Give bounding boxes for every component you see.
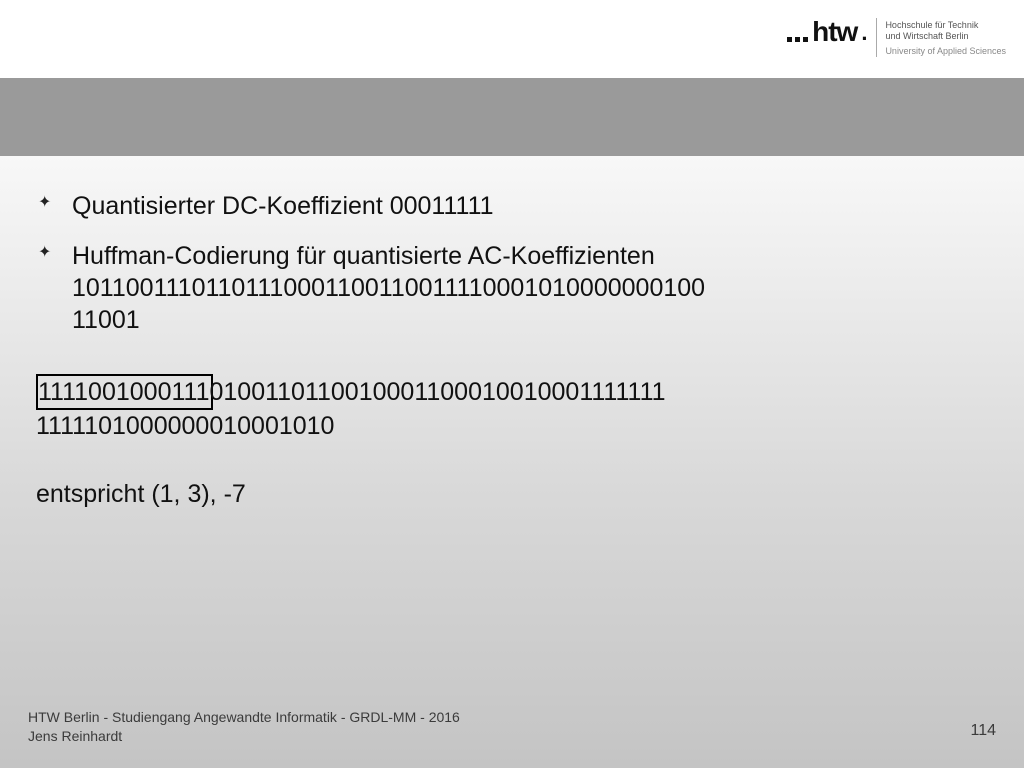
bullet-huffman-line1: Huffman-Codierung für quantisierte AC-Ko… [72,242,655,270]
header-area: htw . Hochschule für Technik und Wirtsch… [0,0,1024,160]
bitstream-line2: 1111101000000010001010 [36,412,334,440]
logo-mark: htw . [787,18,866,46]
footer-line1: HTW Berlin - Studiengang Angewandte Info… [28,708,460,727]
footer: HTW Berlin - Studiengang Angewandte Info… [28,708,996,746]
bitstream-boxed: 1111001000111 [36,374,213,410]
bitstream-rest1: 0100110110010001100010010001111111 [209,378,665,406]
footer-left: HTW Berlin - Studiengang Angewandte Info… [28,708,460,746]
bullet-huffman-line3: 11001 [72,306,140,334]
logo-sub-line1: Hochschule für Technik [885,20,1006,31]
corresponds-text: entspricht (1, 3), -7 [36,480,988,509]
logo-sub-line2: und Wirtschaft Berlin [885,31,1006,42]
logo: htw . Hochschule für Technik und Wirtsch… [787,18,1006,64]
slide: htw . Hochschule für Technik und Wirtsch… [0,0,1024,768]
logo-subtitle: Hochschule für Technik und Wirtschaft Be… [876,18,1006,57]
title-band [0,78,1024,156]
page-number: 114 [970,722,996,746]
footer-line2: Jens Reinhardt [28,727,460,746]
content-area: Quantisierter DC-Koeffizient 00011111 Hu… [36,190,988,509]
logo-dot-sep: . [859,22,866,46]
logo-text: htw [812,18,857,46]
logo-sub-line3: University of Applied Sciences [885,46,1006,57]
bullet-huffman-line2: 1011001110110111000110011001111000101000… [72,274,705,302]
bullet-item-dc: Quantisierter DC-Koeffizient 00011111 [72,190,988,222]
bitstream-block: 1111001000111010011011001000110001001000… [36,374,988,442]
bullet-item-huffman: Huffman-Codierung für quantisierte AC-Ko… [72,240,988,336]
bullet-list: Quantisierter DC-Koeffizient 00011111 Hu… [36,190,988,336]
logo-dots-icon [787,37,810,46]
bullet-dc-text: Quantisierter DC-Koeffizient 00011111 [72,192,494,220]
